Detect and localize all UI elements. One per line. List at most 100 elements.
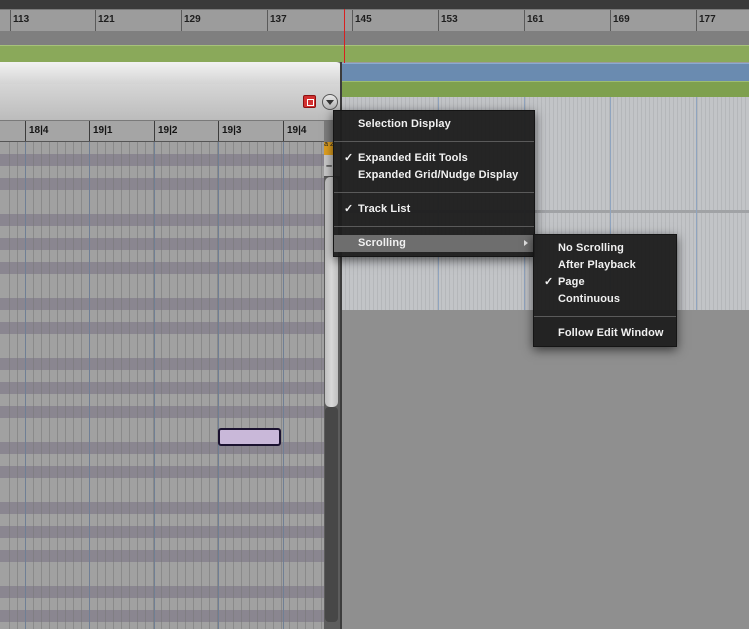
- bar-tick: 129: [181, 10, 201, 32]
- grid-subdivision-line: [265, 142, 266, 629]
- grid-subdivision-line: [121, 142, 122, 629]
- bar-number: 137: [270, 14, 287, 25]
- track-clip-blue[interactable]: [342, 63, 749, 83]
- grid-subdivision-line: [297, 142, 298, 629]
- grid-subdivision-line: [145, 142, 146, 629]
- grid-subdivision-line: [209, 142, 210, 629]
- grid-subdivision-line: [81, 142, 82, 629]
- menu-item-label: After Playback: [558, 259, 636, 271]
- grid-subdivision-line: [241, 142, 242, 629]
- grid-subdivision-line: [185, 142, 186, 629]
- bar-number: 161: [527, 14, 544, 25]
- grid-subdivision-line: [177, 142, 178, 629]
- stop-square-icon[interactable]: [303, 95, 316, 108]
- menu-item-label: Continuous: [558, 293, 621, 305]
- bar-number: 113: [13, 14, 30, 25]
- menu-item-label: Page: [558, 276, 585, 288]
- grid-beat-line: [283, 142, 284, 629]
- menu-item-expanded-edit-tools[interactable]: ✓ Expanded Edit Tools: [334, 150, 534, 167]
- grid-subdivision-line: [9, 142, 10, 629]
- grid-subdivision-line: [281, 142, 282, 629]
- bar-tick: 169: [610, 10, 630, 32]
- beat-label: 19|4: [287, 125, 307, 136]
- menu-item-label: Expanded Grid/Nudge Display: [358, 169, 519, 181]
- bar-number: 129: [184, 14, 201, 25]
- bar-number: 177: [699, 14, 716, 25]
- beat-tick: 19|4: [283, 121, 306, 141]
- bar-number: 169: [613, 14, 630, 25]
- checkmark-icon: ✓: [344, 152, 354, 164]
- midi-beat-ruler[interactable]: 18|4 19|1 19|2 19|3 19|4: [0, 121, 324, 142]
- grid-subdivision-line: [225, 142, 226, 629]
- checkmark-icon: ✓: [344, 203, 354, 215]
- grid-beat-line: [154, 142, 155, 629]
- grid-subdivision-line: [193, 142, 194, 629]
- midi-editor-titlebar[interactable]: [0, 62, 342, 85]
- triangle-right-icon: [524, 240, 528, 246]
- midi-note[interactable]: [218, 428, 281, 446]
- beat-tick: 19|2: [154, 121, 177, 141]
- menu-item-selection-display[interactable]: Selection Display: [334, 116, 534, 133]
- scrollbar-track[interactable]: [325, 407, 338, 622]
- grid-subdivision-line: [57, 142, 58, 629]
- beat-label: 19|1: [93, 125, 113, 136]
- menu-item-label: Track List: [358, 203, 411, 215]
- submenu-item-no-scrolling[interactable]: No Scrolling: [534, 240, 676, 257]
- grid-subdivision-line: [273, 142, 274, 629]
- beat-tick: 19|1: [89, 121, 112, 141]
- bar-tick: 161: [524, 10, 544, 32]
- grid-subdivision-line: [41, 142, 42, 629]
- playhead-cursor[interactable]: [344, 9, 345, 63]
- grid-subdivision-line: [321, 142, 322, 629]
- menu-item-label: Selection Display: [358, 118, 451, 130]
- grid-subdivision-line: [97, 142, 98, 629]
- grid-subdivision-line: [169, 142, 170, 629]
- grid-subdivision-line: [289, 142, 290, 629]
- grid-subdivision-line: [65, 142, 66, 629]
- grid-subdivision-line: [305, 142, 306, 629]
- menu-item-expanded-grid-nudge[interactable]: Expanded Grid/Nudge Display: [334, 167, 534, 184]
- menu-separator: [334, 141, 534, 142]
- grid-subdivision-line: [105, 142, 106, 629]
- submenu-item-page[interactable]: ✓ Page: [534, 274, 676, 291]
- grid-subdivision-line: [17, 142, 18, 629]
- scrolling-submenu: No Scrolling After Playback ✓ Page Conti…: [533, 234, 677, 347]
- empty-track-area[interactable]: [342, 310, 749, 629]
- midi-editor-toolbar: [0, 84, 342, 121]
- menu-item-label: No Scrolling: [558, 242, 624, 254]
- menu-separator: [334, 192, 534, 193]
- grid-subdivision-line: [129, 142, 130, 629]
- bar-number: 121: [98, 14, 115, 25]
- view-options-menu: Selection Display ✓ Expanded Edit Tools …: [333, 110, 535, 257]
- submenu-item-continuous[interactable]: Continuous: [534, 291, 676, 308]
- bar-tick: 177: [696, 10, 716, 32]
- grid-subdivision-line: [49, 142, 50, 629]
- menu-item-track-list[interactable]: ✓ Track List: [334, 201, 534, 218]
- bars-ruler[interactable]: 113 121 129 137 145 153 161 169 177: [0, 9, 749, 33]
- bar-tick: 113: [10, 10, 29, 32]
- chevron-down-circle-icon[interactable]: [322, 94, 338, 110]
- grid-line: [696, 97, 697, 310]
- grid-subdivision-line: [233, 142, 234, 629]
- bar-tick: 121: [95, 10, 115, 32]
- grid-subdivision-line: [33, 142, 34, 629]
- piano-roll-grid[interactable]: [0, 142, 324, 629]
- menu-separator: [534, 316, 676, 317]
- grid-subdivision-line: [113, 142, 114, 629]
- bar-number: 153: [441, 14, 458, 25]
- menu-item-label: Expanded Edit Tools: [358, 152, 468, 164]
- checkmark-icon: ✓: [544, 276, 554, 288]
- bar-tick: 145: [352, 10, 372, 32]
- grid-beat-line: [25, 142, 26, 629]
- top-window-strip: [0, 0, 749, 9]
- menu-item-scrolling[interactable]: Scrolling: [334, 235, 534, 252]
- track-lane-empty[interactable]: [0, 31, 749, 45]
- bar-tick: 137: [267, 10, 287, 32]
- beat-label: 18|4: [29, 125, 49, 136]
- zoom-out-button[interactable]: –: [326, 160, 332, 172]
- submenu-item-follow-edit-window[interactable]: Follow Edit Window: [534, 325, 676, 342]
- submenu-item-after-playback[interactable]: After Playback: [534, 257, 676, 274]
- grid-subdivision-line: [137, 142, 138, 629]
- menu-item-label: Scrolling: [358, 237, 406, 249]
- beat-tick: 18|4: [25, 121, 48, 141]
